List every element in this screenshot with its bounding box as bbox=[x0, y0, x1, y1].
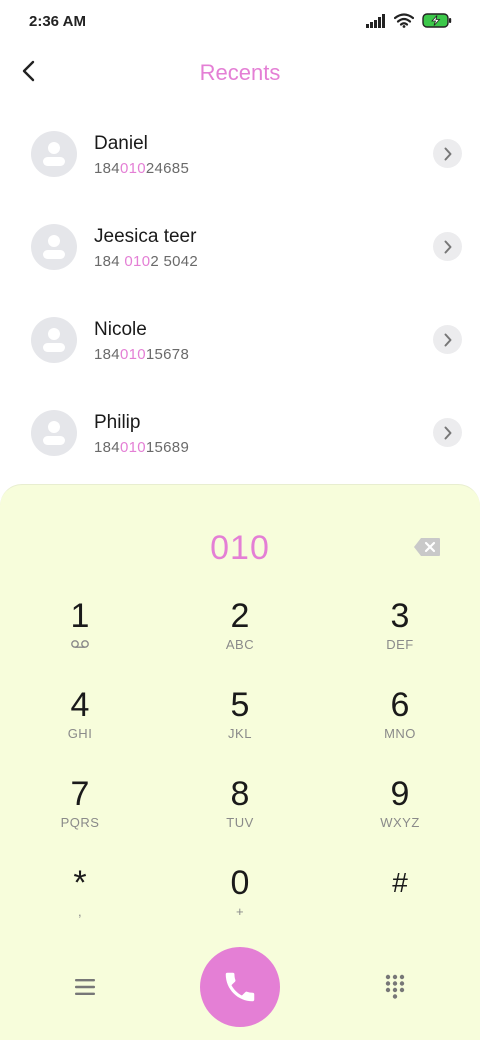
key-8[interactable]: 8 TUV bbox=[180, 771, 300, 851]
status-icons bbox=[366, 13, 452, 28]
chevron-right-icon bbox=[444, 147, 451, 160]
contact-detail-button[interactable] bbox=[433, 325, 462, 354]
key-4[interactable]: 4 GHI bbox=[20, 682, 140, 762]
key-1[interactable]: 1 bbox=[20, 593, 140, 673]
contact-row[interactable]: Nicole 18401015678 bbox=[0, 293, 480, 386]
header: Recents bbox=[0, 44, 480, 102]
backspace-button[interactable] bbox=[413, 537, 441, 557]
wifi-icon bbox=[394, 13, 414, 28]
menu-button[interactable] bbox=[70, 975, 100, 999]
key-6[interactable]: 6 MNO bbox=[340, 682, 460, 762]
menu-icon bbox=[75, 979, 95, 995]
contact-detail-button[interactable] bbox=[433, 232, 462, 261]
contact-number: 184 0102 5042 bbox=[94, 253, 199, 270]
status-bar: 2:36 AM bbox=[0, 0, 480, 44]
signal-icon bbox=[366, 13, 385, 28]
battery-charging-icon bbox=[422, 13, 452, 28]
contact-name: Jeesica teer bbox=[94, 226, 197, 247]
key-hash[interactable]: # bbox=[340, 860, 460, 940]
page-title: Recents bbox=[199, 60, 281, 85]
contact-row[interactable]: Jeesica teer 184 0102 5042 bbox=[0, 200, 480, 293]
contact-number: 18401015678 bbox=[94, 346, 190, 363]
number-match: 010 bbox=[119, 160, 146, 177]
contact-number: 18401015689 bbox=[94, 439, 190, 456]
chevron-right-icon bbox=[444, 240, 451, 253]
call-button[interactable] bbox=[200, 947, 280, 1027]
contact-name: Philip bbox=[94, 412, 141, 433]
key-9[interactable]: 9 WXYZ bbox=[340, 771, 460, 851]
chevron-right-icon bbox=[444, 333, 451, 346]
number-match: 010 bbox=[119, 346, 146, 363]
contact-number: 18401024685 bbox=[94, 160, 190, 177]
backspace-icon bbox=[414, 538, 440, 556]
chevron-right-icon bbox=[444, 426, 451, 439]
contact-detail-button[interactable] bbox=[433, 139, 462, 168]
avatar bbox=[31, 131, 77, 177]
dialpad-icon bbox=[385, 974, 405, 999]
contact-row[interactable]: Daniel 18401024685 bbox=[0, 107, 480, 200]
dialpad-toggle-button[interactable] bbox=[383, 973, 407, 1001]
contact-row[interactable]: Philip 18401015689 bbox=[0, 386, 480, 479]
contact-detail-button[interactable] bbox=[433, 418, 462, 447]
contact-list: Daniel 18401024685 Jeesica teer 184 0102… bbox=[0, 107, 480, 479]
contact-name: Daniel bbox=[94, 133, 148, 154]
key-2[interactable]: 2 ABC bbox=[180, 593, 300, 673]
avatar bbox=[31, 410, 77, 456]
number-match: 010 bbox=[119, 439, 146, 456]
key-5[interactable]: 5 JKL bbox=[180, 682, 300, 762]
avatar bbox=[31, 317, 77, 363]
number-match: 010 bbox=[124, 253, 151, 270]
dialer-bottom-bar bbox=[0, 947, 480, 1027]
status-time: 2:36 AM bbox=[29, 13, 86, 30]
dialed-number: 010 bbox=[210, 529, 270, 567]
phone-icon bbox=[225, 972, 255, 1002]
contact-name: Nicole bbox=[94, 319, 147, 340]
voicemail-icon bbox=[71, 640, 89, 648]
key-star[interactable]: * , bbox=[20, 860, 140, 940]
key-0[interactable]: 0 + bbox=[180, 860, 300, 940]
dial-panel: 010 1 2 ABC 3 DEF 4 GHI 5 JKL 6 MNO 7 PQ… bbox=[0, 484, 480, 1040]
key-7[interactable]: 7 PQRS bbox=[20, 771, 140, 851]
key-3[interactable]: 3 DEF bbox=[340, 593, 460, 673]
avatar bbox=[31, 224, 77, 270]
